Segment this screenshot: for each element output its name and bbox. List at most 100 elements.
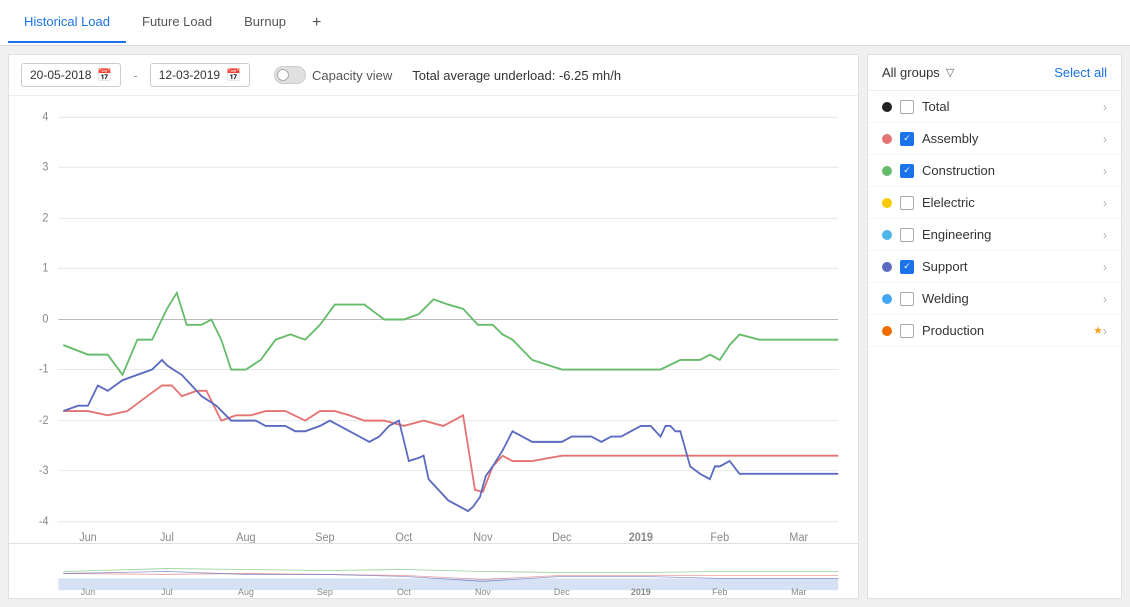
mini-chart-svg: Jun Jul Aug Sep Oct Nov Dec 2019 Feb Mar [9, 544, 858, 598]
mini-x-jun: Jun [81, 587, 95, 597]
group-item-assembly[interactable]: Assembly › [868, 123, 1121, 155]
engineering-checkbox[interactable] [900, 228, 914, 242]
mini-x-aug: Aug [238, 587, 254, 597]
group-item-elelectric[interactable]: Elelectric › [868, 187, 1121, 219]
select-all-button[interactable]: Select all [1054, 65, 1107, 80]
construction-name: Construction [922, 163, 1103, 178]
support-line [63, 360, 838, 511]
mini-x-feb: Feb [712, 587, 727, 597]
production-name: Production [922, 323, 1089, 338]
engineering-chevron: › [1103, 228, 1107, 242]
main-container: Historical Load Future Load Burnup + 20-… [0, 0, 1130, 607]
end-date-value: 12-03-2019 [159, 68, 220, 82]
x-label-jun: Jun [79, 532, 97, 543]
tab-future-load[interactable]: Future Load [126, 2, 228, 43]
group-item-engineering[interactable]: Engineering › [868, 219, 1121, 251]
tab-add-button[interactable]: + [302, 6, 331, 40]
toggle-dot [277, 69, 289, 81]
date-separator: - [133, 68, 137, 83]
mini-x-nov: Nov [475, 587, 491, 597]
construction-chevron: › [1103, 164, 1107, 178]
y-label-neg1: -1 [39, 363, 49, 375]
welding-checkbox[interactable] [900, 292, 914, 306]
construction-checkbox[interactable] [900, 164, 914, 178]
toggle-circle[interactable] [274, 66, 306, 84]
assembly-line [63, 385, 838, 491]
tab-burnup[interactable]: Burnup [228, 2, 302, 43]
start-calendar-icon: 📅 [97, 68, 112, 82]
total-name: Total [922, 99, 1103, 114]
mini-x-2019: 2019 [631, 587, 651, 597]
x-label-aug: Aug [236, 532, 255, 543]
y-label-2: 2 [42, 212, 48, 224]
support-checkbox[interactable] [900, 260, 914, 274]
x-label-dec: Dec [552, 532, 572, 543]
group-item-support[interactable]: Support › [868, 251, 1121, 283]
total-dot [882, 102, 892, 112]
y-label-4: 4 [42, 111, 48, 123]
production-dot [882, 326, 892, 336]
production-star-icon: ★ [1093, 324, 1103, 337]
elelectric-checkbox[interactable] [900, 196, 914, 210]
production-checkbox[interactable] [900, 324, 914, 338]
welding-chevron: › [1103, 292, 1107, 306]
content-area: 20-05-2018 📅 - 12-03-2019 📅 Capacity vie… [0, 46, 1130, 607]
start-date-input[interactable]: 20-05-2018 📅 [21, 63, 121, 87]
elelectric-chevron: › [1103, 196, 1107, 210]
tabs-bar: Historical Load Future Load Burnup + [0, 0, 1130, 46]
start-date-value: 20-05-2018 [30, 68, 91, 82]
construction-dot [882, 166, 892, 176]
elelectric-dot [882, 198, 892, 208]
end-calendar-icon: 📅 [226, 68, 241, 82]
mini-x-sep: Sep [317, 587, 333, 597]
elelectric-name: Elelectric [922, 195, 1103, 210]
x-label-feb: Feb [710, 532, 729, 543]
production-chevron: › [1103, 324, 1107, 338]
group-item-construction[interactable]: Construction › [868, 155, 1121, 187]
mini-x-jul: Jul [161, 587, 172, 597]
y-label-0: 0 [42, 313, 48, 325]
total-chevron: › [1103, 100, 1107, 114]
tab-historical-load[interactable]: Historical Load [8, 2, 126, 43]
filter-icon: ▽ [946, 66, 954, 79]
mini-x-dec: Dec [554, 587, 570, 597]
all-groups-label-container: All groups ▽ [882, 65, 954, 80]
mini-x-mar: Mar [791, 587, 806, 597]
assembly-name: Assembly [922, 131, 1103, 146]
y-label-neg2: -2 [39, 414, 49, 426]
capacity-label: Capacity view [312, 68, 392, 83]
construction-line [63, 293, 838, 375]
y-label-neg3: -3 [39, 464, 49, 476]
y-label-neg4: -4 [39, 516, 49, 528]
assembly-chevron: › [1103, 132, 1107, 146]
mini-x-oct: Oct [397, 587, 411, 597]
total-avg-label: Total average underload: -6.25 mh/h [412, 68, 621, 83]
main-chart-svg: 4 3 2 1 0 -1 -2 -3 -4 Jun Jul Aug Sep Oc… [9, 96, 858, 543]
engineering-dot [882, 230, 892, 240]
group-item-total[interactable]: Total › [868, 91, 1121, 123]
x-label-sep: Sep [315, 532, 334, 543]
controls-bar: 20-05-2018 📅 - 12-03-2019 📅 Capacity vie… [9, 55, 858, 96]
welding-name: Welding [922, 291, 1103, 306]
engineering-name: Engineering [922, 227, 1103, 242]
total-checkbox[interactable] [900, 100, 914, 114]
assembly-checkbox[interactable] [900, 132, 914, 146]
mini-chart-wrapper: Jun Jul Aug Sep Oct Nov Dec 2019 Feb Mar [9, 543, 858, 598]
support-name: Support [922, 259, 1103, 274]
group-item-welding[interactable]: Welding › [868, 283, 1121, 315]
support-dot [882, 262, 892, 272]
x-label-2019: 2019 [629, 532, 653, 543]
capacity-toggle[interactable]: Capacity view [274, 66, 392, 84]
x-label-jul: Jul [160, 532, 174, 543]
right-panel: All groups ▽ Select all Total › Assembly… [867, 54, 1122, 599]
assembly-dot [882, 134, 892, 144]
x-label-nov: Nov [473, 532, 493, 543]
x-label-mar: Mar [789, 532, 808, 543]
chart-section: 20-05-2018 📅 - 12-03-2019 📅 Capacity vie… [8, 54, 859, 599]
x-label-oct: Oct [395, 532, 413, 543]
y-label-1: 1 [42, 262, 48, 274]
end-date-input[interactable]: 12-03-2019 📅 [150, 63, 250, 87]
welding-dot [882, 294, 892, 304]
y-label-3: 3 [42, 161, 48, 173]
group-item-production[interactable]: Production ★ › [868, 315, 1121, 347]
